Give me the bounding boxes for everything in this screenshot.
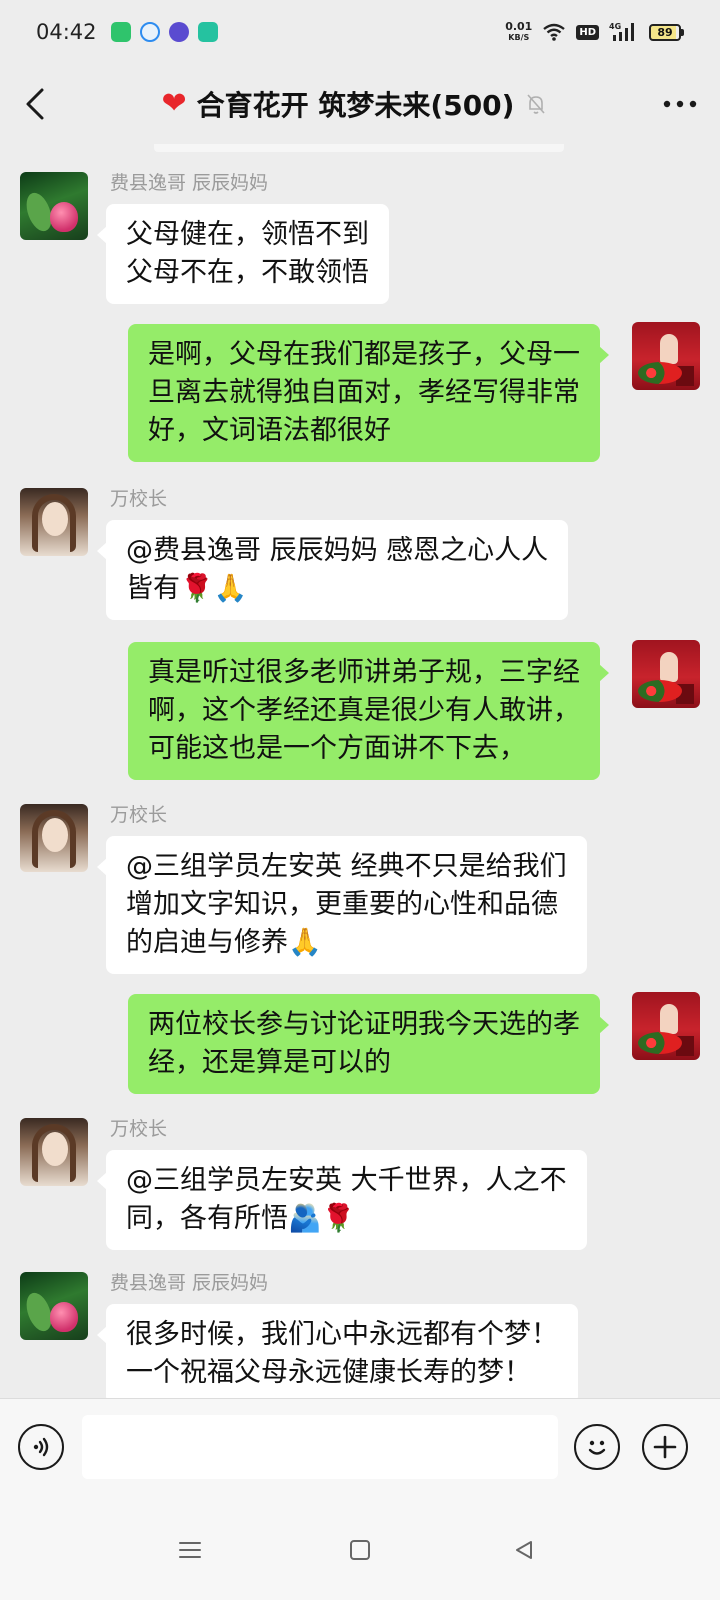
back-button[interactable] bbox=[0, 64, 70, 144]
back-nav-button[interactable] bbox=[496, 1522, 552, 1578]
girl-avatar[interactable] bbox=[20, 1118, 88, 1186]
status-time: 04:42 bbox=[36, 20, 97, 44]
message-bubble[interactable]: 两位校长参与讨论证明我今天选的孝 经，还是算是可以的 bbox=[128, 994, 609, 1094]
chat-title-area: ❤ 合育花开 筑梦未来(500) bbox=[70, 84, 640, 124]
message-notification-icon bbox=[197, 22, 218, 42]
battery-level: 89 bbox=[649, 23, 681, 41]
emoji-button[interactable] bbox=[574, 1424, 620, 1470]
voice-icon bbox=[33, 1437, 49, 1457]
status-indicators: 0.01 KB/S HD 4G 89 bbox=[505, 21, 684, 43]
menu-lines-icon bbox=[179, 1542, 201, 1558]
status-bar: 04:42 0.01 KB/S HD 4G 89 bbox=[0, 0, 720, 64]
voice-input-button[interactable] bbox=[18, 1424, 64, 1470]
plus-icon bbox=[653, 1435, 677, 1459]
chat-header: ❤ 合育花开 筑梦未来(500) bbox=[0, 64, 720, 144]
chat-title: 合育花开 筑梦未来(500) bbox=[196, 89, 515, 122]
hd-badge: HD bbox=[576, 24, 599, 40]
stage-avatar[interactable] bbox=[632, 992, 700, 1060]
network-speed: 0.01 KB/S bbox=[505, 20, 533, 42]
sender-name: 万校长 bbox=[110, 1118, 168, 1140]
square-home-icon bbox=[350, 1540, 370, 1560]
message-bubble[interactable]: 很多时候，我们心中永远都有个梦！ 一个祝福父母永远健康长寿的梦！ bbox=[97, 1304, 578, 1404]
message-bubble[interactable]: 是啊，父母在我们都是孩子，父母一 旦离去就得独自面对，孝经写得非常 好，文词语法… bbox=[128, 324, 609, 462]
mute-bell-icon bbox=[527, 94, 546, 114]
stage-avatar[interactable] bbox=[632, 640, 700, 708]
sender-name: 万校长 bbox=[110, 488, 168, 510]
menu-nav-button[interactable] bbox=[162, 1522, 218, 1578]
system-navigation-bar bbox=[0, 1498, 720, 1600]
sender-name: 万校长 bbox=[110, 804, 168, 826]
chat-screen: 04:42 0.01 KB/S HD 4G 89 ❤ 合育花开 筑梦未来(500… bbox=[0, 0, 720, 1600]
message-bubble[interactable]: @费县逸哥 辰辰妈妈 感恩之心人人 皆有🌹🙏 bbox=[96, 520, 569, 620]
network-type-label: 4G bbox=[609, 22, 621, 31]
home-nav-button[interactable] bbox=[332, 1522, 388, 1578]
heart-icon: ❤ bbox=[161, 86, 187, 121]
app-notification-icon bbox=[168, 22, 189, 42]
more-dots-icon bbox=[663, 100, 697, 108]
browser-notification-icon bbox=[139, 22, 160, 42]
previous-message-edge bbox=[154, 144, 564, 152]
message-bubble[interactable]: @三组学员左安英 大千世界，人之不 同，各有所悟🫂🌹 bbox=[97, 1150, 587, 1250]
more-functions-button[interactable] bbox=[642, 1424, 688, 1470]
message-input[interactable] bbox=[82, 1415, 558, 1479]
message-bubble[interactable]: 真是听过很多老师讲弟子规，三字经 啊，这个孝经还真是很少有人敢讲， 可能这也是一… bbox=[128, 642, 609, 780]
app-notification-icon bbox=[110, 22, 131, 42]
girl-avatar[interactable] bbox=[20, 488, 88, 556]
chevron-left-icon bbox=[26, 88, 44, 120]
lotus-avatar[interactable] bbox=[20, 1272, 88, 1340]
more-options-button[interactable] bbox=[640, 64, 720, 144]
wifi-icon bbox=[543, 23, 566, 41]
sender-name: 费县逸哥 辰辰妈妈 bbox=[110, 172, 269, 194]
stage-avatar[interactable] bbox=[632, 322, 700, 390]
girl-avatar[interactable] bbox=[20, 804, 88, 872]
message-bubble[interactable]: @三组学员左安英 经典不只是给我们 增加文字知识，更重要的心性和品德 的启迪与修… bbox=[97, 836, 587, 974]
chat-input-bar bbox=[0, 1398, 720, 1498]
smiley-icon bbox=[588, 1440, 606, 1455]
triangle-back-icon bbox=[516, 1541, 532, 1559]
sender-name: 费县逸哥 辰辰妈妈 bbox=[110, 1272, 269, 1294]
cellular-signal-icon: 4G bbox=[609, 22, 634, 41]
battery-icon: 89 bbox=[649, 23, 684, 41]
message-bubble[interactable]: 父母健在，领悟不到 父母不在，不敢领悟 bbox=[97, 204, 389, 304]
lotus-avatar[interactable] bbox=[20, 172, 88, 240]
